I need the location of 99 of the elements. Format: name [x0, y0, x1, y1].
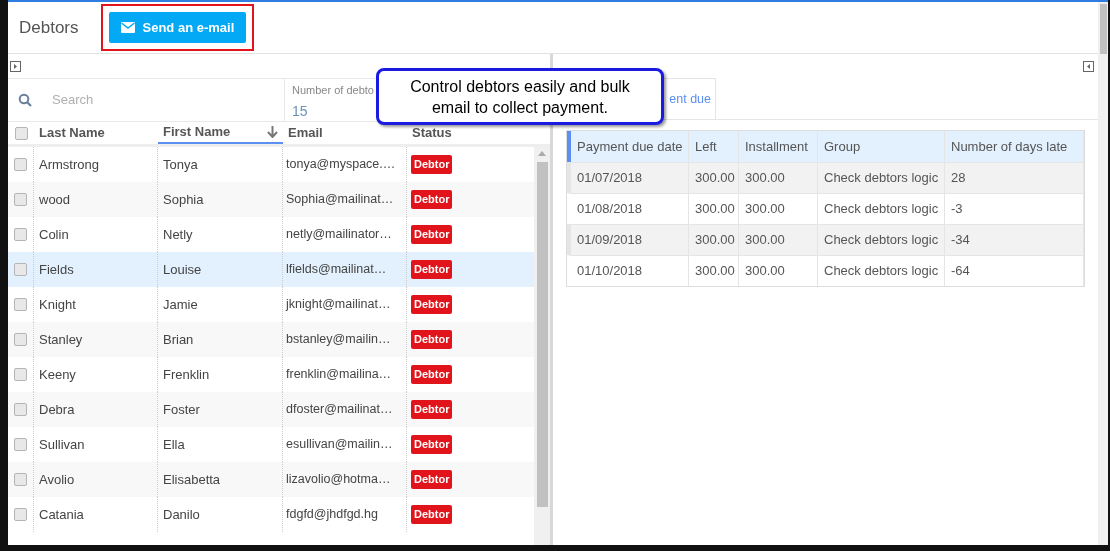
- table-cell-text: 300.00: [695, 169, 735, 188]
- table-cell-text: 28: [951, 169, 966, 188]
- table-cell-text: Fields: [39, 260, 74, 279]
- column-header[interactable]: First Name: [158, 122, 283, 144]
- column-header[interactable]: Last Name: [34, 122, 158, 144]
- table-cell-text: dfoster@mailinat…: [286, 401, 393, 419]
- table-cell-text: Brian: [163, 330, 194, 349]
- scrollbar-thumb[interactable]: [536, 162, 548, 507]
- checkbox[interactable]: [14, 403, 27, 416]
- table-cell-text: frenklin@mailina…: [286, 366, 392, 384]
- table-cell-text: 01/07/2018: [577, 169, 643, 188]
- checkbox[interactable]: [14, 193, 27, 206]
- table-cell-text: Debra: [39, 400, 75, 419]
- table-cell-text: Avolio: [39, 470, 75, 489]
- table-cell-text: Tonya: [163, 155, 198, 174]
- search-icon: [18, 93, 32, 107]
- table-cell-text: jknight@mailinat…: [286, 296, 391, 314]
- arrow-down-icon: [267, 126, 278, 138]
- status-badge: Debtor: [411, 435, 453, 454]
- checkbox[interactable]: [14, 473, 27, 486]
- table-cell-text: Armstrong: [39, 155, 99, 174]
- table-cell-text: Check debtors logic: [824, 169, 939, 188]
- page-scrollbar[interactable]: [1098, 2, 1108, 545]
- checkbox[interactable]: [14, 508, 27, 521]
- checkbox[interactable]: [14, 333, 27, 346]
- collapse-icon[interactable]: [1083, 60, 1094, 72]
- table-cell-text: lfields@mailinat…: [286, 261, 387, 279]
- table-row[interactable]: wood Sophia Sophia@mailinat… Debtor: [8, 182, 534, 217]
- callout-tooltip: Control debtors easily and bulk email to collect payment.: [376, 68, 664, 125]
- table-cell-text: -64: [951, 262, 970, 281]
- table-cell-text: Colin: [39, 225, 69, 244]
- column-header[interactable]: Status: [407, 122, 550, 144]
- checkbox[interactable]: [14, 298, 27, 311]
- table-cell-text: Sophia: [163, 190, 204, 209]
- status-badge: Debtor: [411, 155, 453, 174]
- table-cell-text: bstanley@mailin…: [286, 331, 391, 349]
- table-cell-text: Danilo: [163, 505, 200, 524]
- envelope-icon: [120, 22, 135, 33]
- table-cell-text: 300.00: [695, 231, 735, 250]
- page-title: Debtors: [19, 16, 79, 39]
- count-value: 15: [292, 101, 309, 121]
- status-badge: Debtor: [411, 400, 453, 419]
- table-cell-text: 01/08/2018: [577, 200, 643, 219]
- table-cell-text: Sophia@mailinat…: [286, 191, 394, 209]
- table-row[interactable]: Fields Louise lfields@mailinat… Debtor: [8, 252, 534, 287]
- search-field[interactable]: Search: [52, 90, 252, 110]
- table-cell-text: 300.00: [745, 200, 785, 219]
- table-cell-text: Knight: [39, 295, 76, 314]
- table-cell-text: lizavolio@hotma…: [286, 471, 391, 489]
- table-cell-text: 300.00: [745, 231, 785, 250]
- table-cell-text: Louise: [163, 260, 202, 279]
- table-cell-text: wood: [39, 190, 71, 209]
- table-cell-text: 300.00: [745, 262, 785, 281]
- table-cell-text: fdgfd@jhdfgd.hg: [286, 506, 378, 524]
- scroll-up-icon[interactable]: [538, 151, 546, 156]
- table-row[interactable]: Stanley Brian bstanley@mailin… Debtor: [8, 322, 534, 357]
- table-cell-text: tonya@myspace.…: [286, 156, 396, 174]
- table-cell-text: Check debtors logic: [824, 262, 939, 281]
- table-cell-text: -3: [951, 200, 963, 219]
- table-cell-text: Jamie: [163, 295, 198, 314]
- table-cell-text: Sullivan: [39, 435, 85, 454]
- table-cell-text: 01/09/2018: [577, 231, 643, 250]
- table-cell-text: Check debtors logic: [824, 200, 939, 219]
- table-cell-text: Keeny: [39, 365, 76, 384]
- status-badge: Debtor: [411, 365, 453, 384]
- table-cell-text: Foster: [163, 400, 200, 419]
- status-badge: Debtor: [411, 190, 453, 209]
- table-cell-text: netly@mailinator…: [286, 226, 392, 244]
- table-cell-text: esullivan@mailin…: [286, 436, 393, 454]
- checkbox[interactable]: [14, 438, 27, 451]
- column-header[interactable]: Email: [283, 122, 407, 144]
- table-cell-text: 01/10/2018: [577, 262, 643, 281]
- scrollbar[interactable]: [534, 147, 550, 545]
- status-badge: Debtor: [411, 330, 453, 349]
- table-cell-text: 300.00: [695, 200, 735, 219]
- table-cell-text: -34: [951, 231, 970, 250]
- count-label: Number of debto: [292, 83, 374, 98]
- status-badge: Debtor: [411, 470, 453, 489]
- table-cell-text: Frenklin: [163, 365, 210, 384]
- expand-icon[interactable]: [10, 60, 21, 72]
- table-cell-text: Check debtors logic: [824, 231, 939, 250]
- table-cell-text: 300.00: [745, 169, 785, 188]
- status-badge: Debtor: [411, 295, 453, 314]
- table-cell-text: Catania: [39, 505, 84, 524]
- table-cell-text: Netly: [163, 225, 193, 244]
- table-row[interactable]: Avolio Elisabetta lizavolio@hotma… Debtor: [8, 462, 534, 497]
- checkbox[interactable]: [14, 126, 28, 140]
- table-row[interactable]: Debra Foster dfoster@mailinat… Debtor: [8, 392, 534, 427]
- checkbox[interactable]: [14, 368, 27, 381]
- checkbox[interactable]: [14, 263, 27, 276]
- checkbox[interactable]: [14, 158, 27, 171]
- status-badge: Debtor: [411, 225, 453, 244]
- checkbox[interactable]: [14, 228, 27, 241]
- table-cell-text: Elisabetta: [163, 470, 221, 489]
- status-badge: Debtor: [411, 505, 453, 524]
- status-badge: Debtor: [411, 260, 453, 279]
- table-cell-text: Stanley: [39, 330, 83, 349]
- table-cell-text: Ella: [163, 435, 185, 454]
- table-cell-text: 300.00: [695, 262, 735, 281]
